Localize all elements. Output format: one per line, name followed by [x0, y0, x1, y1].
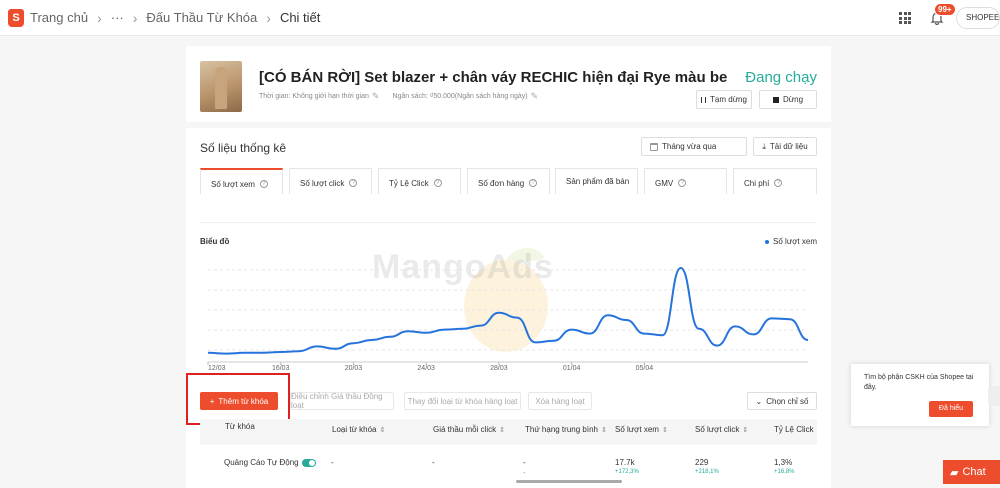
- row-ctr: 1,3%: [774, 458, 793, 467]
- col-views[interactable]: Số lượt xem ⇕: [615, 425, 668, 434]
- plus-icon: +: [209, 396, 215, 406]
- row-views-change: +172,3%: [615, 469, 639, 475]
- row-clicks: 229: [695, 458, 709, 467]
- row-ctr-change: +16,8%: [774, 469, 795, 475]
- breadcrumb-ellipsis[interactable]: ···: [111, 10, 124, 25]
- breadcrumb-section[interactable]: Đấu Thầu Từ Khóa: [146, 10, 257, 25]
- metric-tab-ctr[interactable]: Tỷ Lệ Click?: [378, 168, 461, 194]
- shopee-logo-icon[interactable]: S: [8, 8, 24, 27]
- x-tick-label: 20/03: [345, 365, 363, 372]
- choose-metrics-button[interactable]: ⌄ Chọn chỉ số: [747, 392, 817, 410]
- download-data-button[interactable]: ⤓ Tải dữ liệu: [753, 137, 817, 156]
- metric-tab-products-sold[interactable]: Sản phẩm đã bán: [555, 168, 638, 194]
- sort-icon: ⇕: [600, 427, 607, 434]
- stop-button[interactable]: Dừng: [759, 90, 817, 109]
- help-icon: ?: [259, 180, 268, 188]
- table-horizontal-scrollbar[interactable]: [516, 480, 622, 483]
- sort-icon: ⇕: [499, 427, 506, 434]
- statistics-card: Số liệu thống kê Tháng vừa qua ⤓ Tải dữ …: [186, 128, 831, 488]
- x-tick-label: 12/03: [208, 365, 226, 372]
- help-icon: ?: [678, 179, 687, 187]
- chevron-right-icon: ›: [132, 9, 138, 26]
- col-keyword: Từ khóa: [225, 422, 255, 431]
- help-icon: ?: [433, 179, 442, 187]
- metric-tab-clicks[interactable]: Số lượt click?: [289, 168, 372, 194]
- chart-legend: Số lượt xem: [765, 237, 817, 246]
- chevron-right-icon: ›: [97, 9, 102, 26]
- product-thumbnail: [200, 61, 242, 112]
- help-icon: ?: [529, 179, 538, 187]
- series-line-views: [207, 266, 809, 355]
- product-title: [CÓ BÁN RỜI] Set blazer + chân váy RECHI…: [259, 69, 728, 86]
- sort-icon: ⇕: [742, 427, 749, 434]
- row-match-type: -: [331, 458, 334, 467]
- pause-icon: [701, 96, 707, 103]
- metric-tab-orders[interactable]: Số đơn hàng?: [467, 168, 550, 194]
- metric-tab-gmv[interactable]: GMV?: [644, 168, 727, 194]
- row-rank: -: [523, 458, 526, 467]
- metric-tab-cost[interactable]: Chi phí?: [733, 168, 817, 194]
- col-match-type[interactable]: Loại từ khóa ⇕: [332, 425, 385, 434]
- notification-badge: 99+: [934, 3, 956, 16]
- edit-budget-icon[interactable]: ✎: [531, 91, 539, 102]
- chat-bubble-icon: ▰: [950, 466, 959, 479]
- bulk-change-match-type-button[interactable]: Thay đổi loại từ khóa hàng loạt: [404, 392, 521, 410]
- chat-button[interactable]: ▰ Chat: [943, 460, 1000, 484]
- legend-dot: [765, 239, 770, 244]
- x-tick-label: 01/04: [563, 365, 581, 372]
- bulk-delete-button[interactable]: Xóa hàng loạt: [528, 392, 592, 410]
- chevron-right-icon: ›: [266, 9, 271, 26]
- breadcrumb-current: Chi tiết: [279, 10, 321, 25]
- chart-label: Biểu đồ: [200, 237, 230, 246]
- x-tick-label: 28/03: [490, 365, 508, 372]
- download-icon: ⤓: [762, 141, 766, 151]
- add-keyword-button[interactable]: + Thêm từ khóa: [200, 392, 278, 410]
- row-views: 17.7k: [615, 458, 635, 467]
- product-header-card: [CÓ BÁN RỜI] Set blazer + chân váy RECHI…: [186, 46, 831, 122]
- apps-grid-icon[interactable]: [899, 12, 911, 24]
- period-select[interactable]: Tháng vừa qua: [641, 137, 747, 156]
- x-tick-label: 05/04: [636, 365, 654, 372]
- breadcrumb: Trang chủ › ··· › Đấu Thầu Từ Khóa › Chi…: [30, 10, 320, 26]
- stop-icon: [772, 96, 779, 103]
- cskh-popup-message: Tìm bộ phận CSKH của Shopee tại đây.: [864, 374, 974, 391]
- metric-divider: [200, 222, 817, 223]
- side-help-tab[interactable]: [988, 386, 1000, 406]
- col-ctr[interactable]: Tỷ Lệ Click: [774, 425, 814, 434]
- shop-account-menu[interactable]: SHOPEE: [956, 7, 1000, 29]
- sort-icon: ⇕: [379, 427, 386, 434]
- help-icon: ?: [349, 179, 358, 187]
- breadcrumb-home[interactable]: Trang chủ: [30, 10, 88, 25]
- calendar-icon: [650, 142, 658, 151]
- bulk-adjust-bid-button[interactable]: Điều chỉnh Giá thầu Đồng loạt: [290, 392, 394, 410]
- metric-tab-views[interactable]: Số lượt xem?: [200, 168, 283, 194]
- chevron-down-double-icon: ⌄: [755, 396, 763, 406]
- x-tick-label: 16/03: [272, 365, 290, 372]
- campaign-status: Đang chạy: [745, 69, 817, 86]
- col-bid[interactable]: Giá thầu mỗi click ⇕: [433, 425, 505, 434]
- top-bar: S Trang chủ › ··· › Đấu Thầu Từ Khóa › C…: [0, 0, 1000, 36]
- col-clicks[interactable]: Số lượt click ⇕: [695, 425, 748, 434]
- budget-text: Ngân sách: ₫50.000(Ngân sách hàng ngày): [392, 93, 528, 100]
- views-line-chart: 12/03 16/03 20/03 24/03 28/03 01/04 05/04: [207, 266, 809, 372]
- help-icon: ?: [774, 179, 783, 187]
- row-bid: -: [432, 458, 435, 467]
- product-meta: Thời gian: Không giới hạn thời gian ✎ Ng…: [259, 91, 548, 102]
- cskh-popup-ok-button[interactable]: Đã hiểu: [929, 401, 973, 417]
- cskh-popup: Tìm bộ phận CSKH của Shopee tại đây. Đã …: [851, 364, 989, 426]
- pause-button[interactable]: Tạm dừng: [696, 90, 752, 109]
- statistics-title: Số liệu thống kê: [200, 141, 287, 155]
- keyword-table-header: Từ khóa Loại từ khóa ⇕ Giá thầu mỗi click…: [200, 419, 817, 445]
- x-tick-label: 24/03: [417, 365, 435, 372]
- col-avg-rank[interactable]: Thứ hạng trung bình ⇕: [525, 425, 607, 434]
- keyword-toggle[interactable]: [301, 458, 316, 467]
- row-keyword: Quảng Cáo Tự Động: [224, 458, 316, 467]
- sort-icon: ⇕: [661, 427, 668, 434]
- row-rank-sub: -: [523, 468, 526, 477]
- row-clicks-change: +218,1%: [695, 469, 719, 475]
- time-limit-text: Thời gian: Không giới hạn thời gian: [259, 93, 369, 100]
- edit-time-icon[interactable]: ✎: [372, 91, 380, 102]
- notification-bell-icon[interactable]: 99+: [930, 3, 956, 26]
